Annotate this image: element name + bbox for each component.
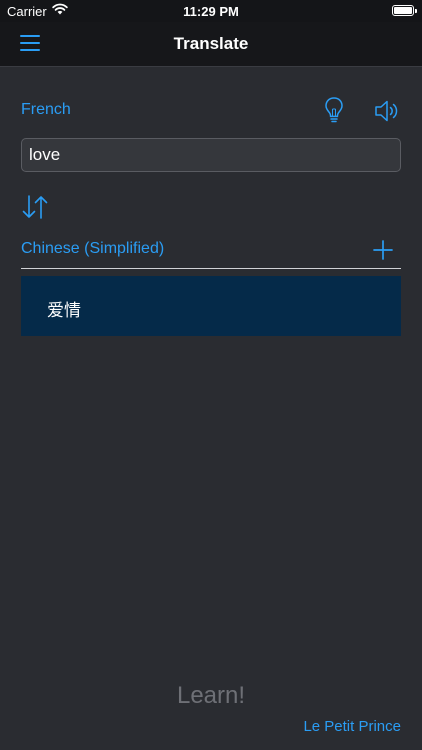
page-title: Translate bbox=[173, 34, 249, 53]
swap-arrows-icon[interactable] bbox=[21, 193, 49, 221]
status-time: 11:29 PM bbox=[183, 4, 239, 19]
translation-text: 爱情 bbox=[47, 301, 81, 321]
source-language-selector[interactable]: French bbox=[21, 101, 71, 119]
divider bbox=[21, 268, 401, 269]
target-language-selector[interactable]: Chinese (Simplified) bbox=[21, 240, 164, 258]
source-text-input[interactable] bbox=[22, 139, 400, 171]
plus-icon[interactable] bbox=[372, 239, 394, 261]
lightbulb-icon[interactable] bbox=[323, 96, 345, 124]
translation-result[interactable]: 爱情 bbox=[21, 276, 401, 336]
source-text-field-container bbox=[21, 138, 401, 172]
learn-button[interactable]: Learn! bbox=[0, 682, 422, 710]
le-petit-prince-link[interactable]: Le Petit Prince bbox=[303, 718, 401, 735]
speaker-icon[interactable] bbox=[374, 98, 400, 124]
navigation-bar: Translate bbox=[0, 22, 422, 67]
status-bar: Carrier 11:29 PM bbox=[0, 0, 422, 22]
battery-icon bbox=[392, 5, 417, 16]
